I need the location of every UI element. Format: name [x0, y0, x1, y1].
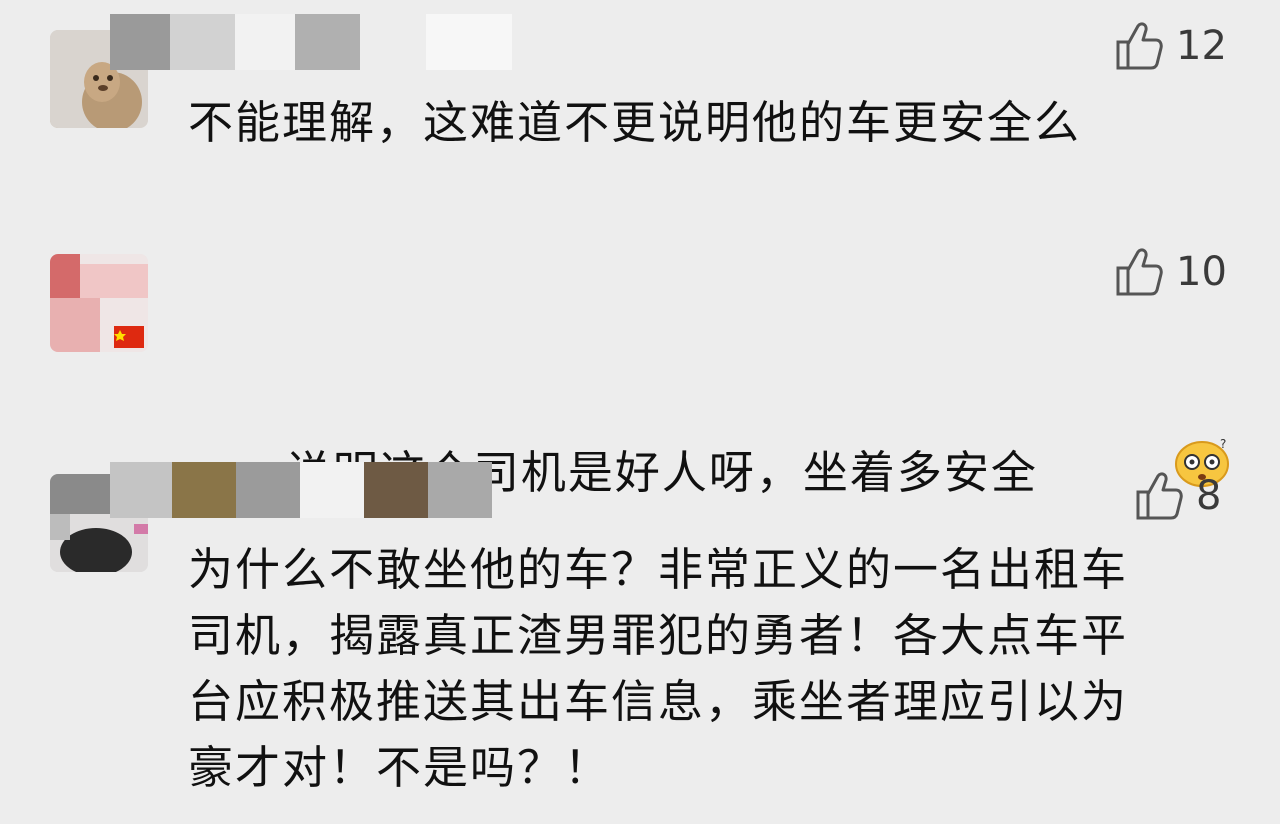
like-count: 10 — [1176, 249, 1227, 295]
like-count: 8 — [1196, 473, 1222, 519]
avatar-image — [50, 254, 148, 352]
svg-text:?: ? — [1220, 437, 1228, 451]
like-button[interactable]: 10 — [1114, 246, 1227, 298]
like-button[interactable]: 8 — [1134, 470, 1221, 522]
like-count: 12 — [1176, 23, 1227, 69]
avatar[interactable] — [50, 254, 148, 352]
thumbs-up-icon — [1134, 470, 1184, 522]
thumbs-up-icon — [1114, 20, 1164, 72]
username-redacted — [110, 462, 492, 518]
thumbs-up-icon — [1114, 246, 1164, 298]
comment-text: 为什么不敢坐他的车？非常正义的一名出租车 司机，揭露真正渣男罪犯的勇者！各大点车… — [188, 543, 1129, 794]
comment-text: 不能理解，这难道不更说明他的车更安全么 — [188, 96, 1082, 149]
username-redacted — [110, 14, 512, 70]
comment-list: 12 不能理解，这难道不更说明他的车更安全么 10 说明这个司机是好人呀，坐着多… — [0, 0, 1280, 824]
like-button[interactable]: 12 — [1114, 20, 1227, 72]
